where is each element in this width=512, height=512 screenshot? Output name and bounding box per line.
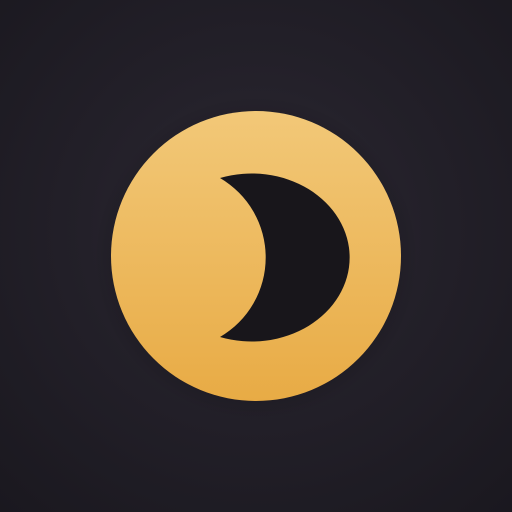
moon-icon — [94, 96, 418, 420]
moon-app-icon — [0, 0, 512, 512]
golden-disc — [111, 111, 401, 401]
icon-canvas — [0, 0, 512, 512]
